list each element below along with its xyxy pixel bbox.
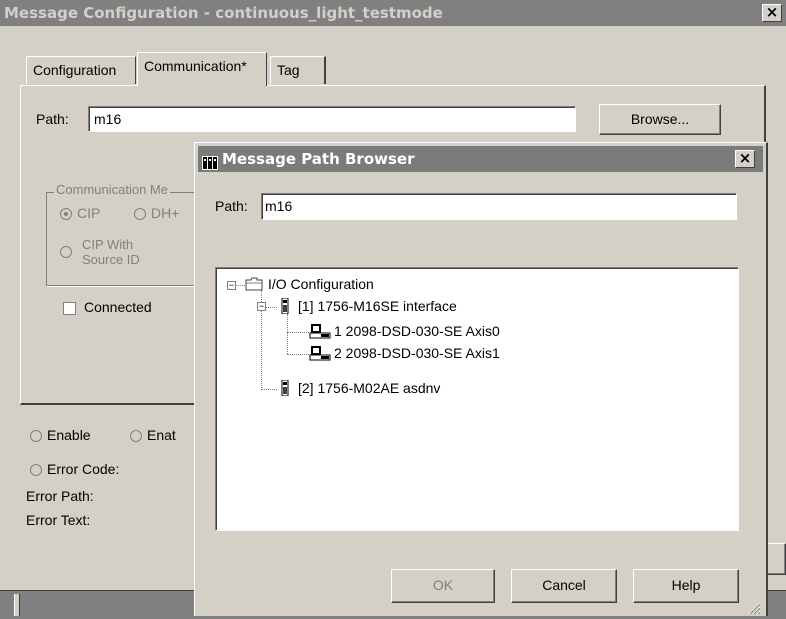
dh-radio[interactable]: DH+ <box>134 205 179 221</box>
main-bottom-button-edge[interactable] <box>766 543 786 575</box>
tree-item-io-configuration[interactable]: I/O Configuration <box>268 276 374 292</box>
cip-source-id-radio-circle <box>60 246 72 258</box>
main-path-value: m16 <box>94 111 122 127</box>
tree-item-axis1[interactable]: 2 2098-DSD-030-SE Axis1 <box>334 345 500 361</box>
cip-source-id-label-1: CIP With <box>82 237 134 252</box>
browser-path-input[interactable]: m16 <box>261 193 737 220</box>
error-code-indicator-circle <box>30 464 42 477</box>
dh-radio-circle <box>134 208 146 221</box>
cip-radio[interactable]: CIP <box>60 205 100 221</box>
tab-tag[interactable]: Tag <box>270 56 326 84</box>
tree-item-m16se-interface[interactable]: [1] 1756-M16SE interface <box>298 298 457 314</box>
dh-radio-label: DH+ <box>151 205 180 221</box>
message-path-browser-dialog: Message Path Browser × Path: m16 − I/O C… <box>194 142 768 616</box>
browser-app-icon <box>202 152 218 170</box>
error-code-label: Error Code: <box>47 461 120 477</box>
browser-path-value: m16 <box>265 198 293 214</box>
tab-configuration[interactable]: Configuration <box>26 56 136 84</box>
enable-waiting-indicator: Enat <box>130 427 176 443</box>
communication-method-label: Communication Me <box>54 182 170 197</box>
ok-button[interactable]: OK <box>391 569 495 603</box>
node1-collapse-toggle[interactable]: − <box>257 302 266 311</box>
module-icon <box>280 379 290 397</box>
connected-label: Connected <box>84 299 152 315</box>
enable-indicator: Enable <box>30 427 91 443</box>
error-path-label: Error Path: <box>26 488 94 504</box>
cip-radio-circle <box>60 208 72 221</box>
main-window-title: Message Configuration - continuous_light… <box>4 4 443 22</box>
cancel-button[interactable]: Cancel <box>511 569 617 603</box>
tree-item-m02ae[interactable]: [2] 1756-M02AE asdnv <box>298 380 440 396</box>
main-bottom-strip-divider <box>14 594 20 616</box>
cip-source-id-radio[interactable]: CIP With Source ID <box>60 237 140 267</box>
browser-title-bar[interactable]: Message Path Browser <box>198 146 763 172</box>
main-path-label: Path: <box>36 111 69 127</box>
module-icon <box>280 297 290 315</box>
main-path-input[interactable]: m16 <box>88 106 576 132</box>
browse-button[interactable]: Browse... <box>599 104 721 135</box>
enable-label: Enable <box>47 427 91 443</box>
browser-close-button[interactable]: × <box>735 150 755 168</box>
cip-radio-label: CIP <box>77 205 101 221</box>
drive-icon <box>309 345 331 361</box>
io-tree-view[interactable]: − I/O Configuration − [1] 1756-M16SE int… <box>215 267 739 531</box>
help-button[interactable]: Help <box>633 569 739 603</box>
root-collapse-toggle[interactable]: − <box>227 281 236 290</box>
connected-checkbox[interactable]: Connected <box>63 299 152 315</box>
main-title-bar[interactable]: Message Configuration - continuous_light… <box>0 0 786 26</box>
tab-communication[interactable]: Communication* <box>137 52 267 86</box>
cip-source-id-label-2: Source ID <box>82 252 140 267</box>
folder-icon <box>245 277 263 291</box>
browser-path-label: Path: <box>215 198 248 214</box>
browser-title: Message Path Browser <box>222 150 415 168</box>
size-grip-icon[interactable] <box>747 601 761 615</box>
main-close-button[interactable]: × <box>762 4 782 22</box>
enable-indicator-circle <box>30 430 42 443</box>
drive-icon <box>309 323 331 339</box>
connected-checkbox-box <box>63 301 76 315</box>
enable-waiting-indicator-circle <box>130 430 142 443</box>
enable-waiting-label: Enat <box>147 427 176 443</box>
tree-item-axis0[interactable]: 1 2098-DSD-030-SE Axis0 <box>334 323 500 339</box>
error-code-indicator: Error Code: <box>30 461 119 477</box>
error-text-label: Error Text: <box>26 512 91 528</box>
